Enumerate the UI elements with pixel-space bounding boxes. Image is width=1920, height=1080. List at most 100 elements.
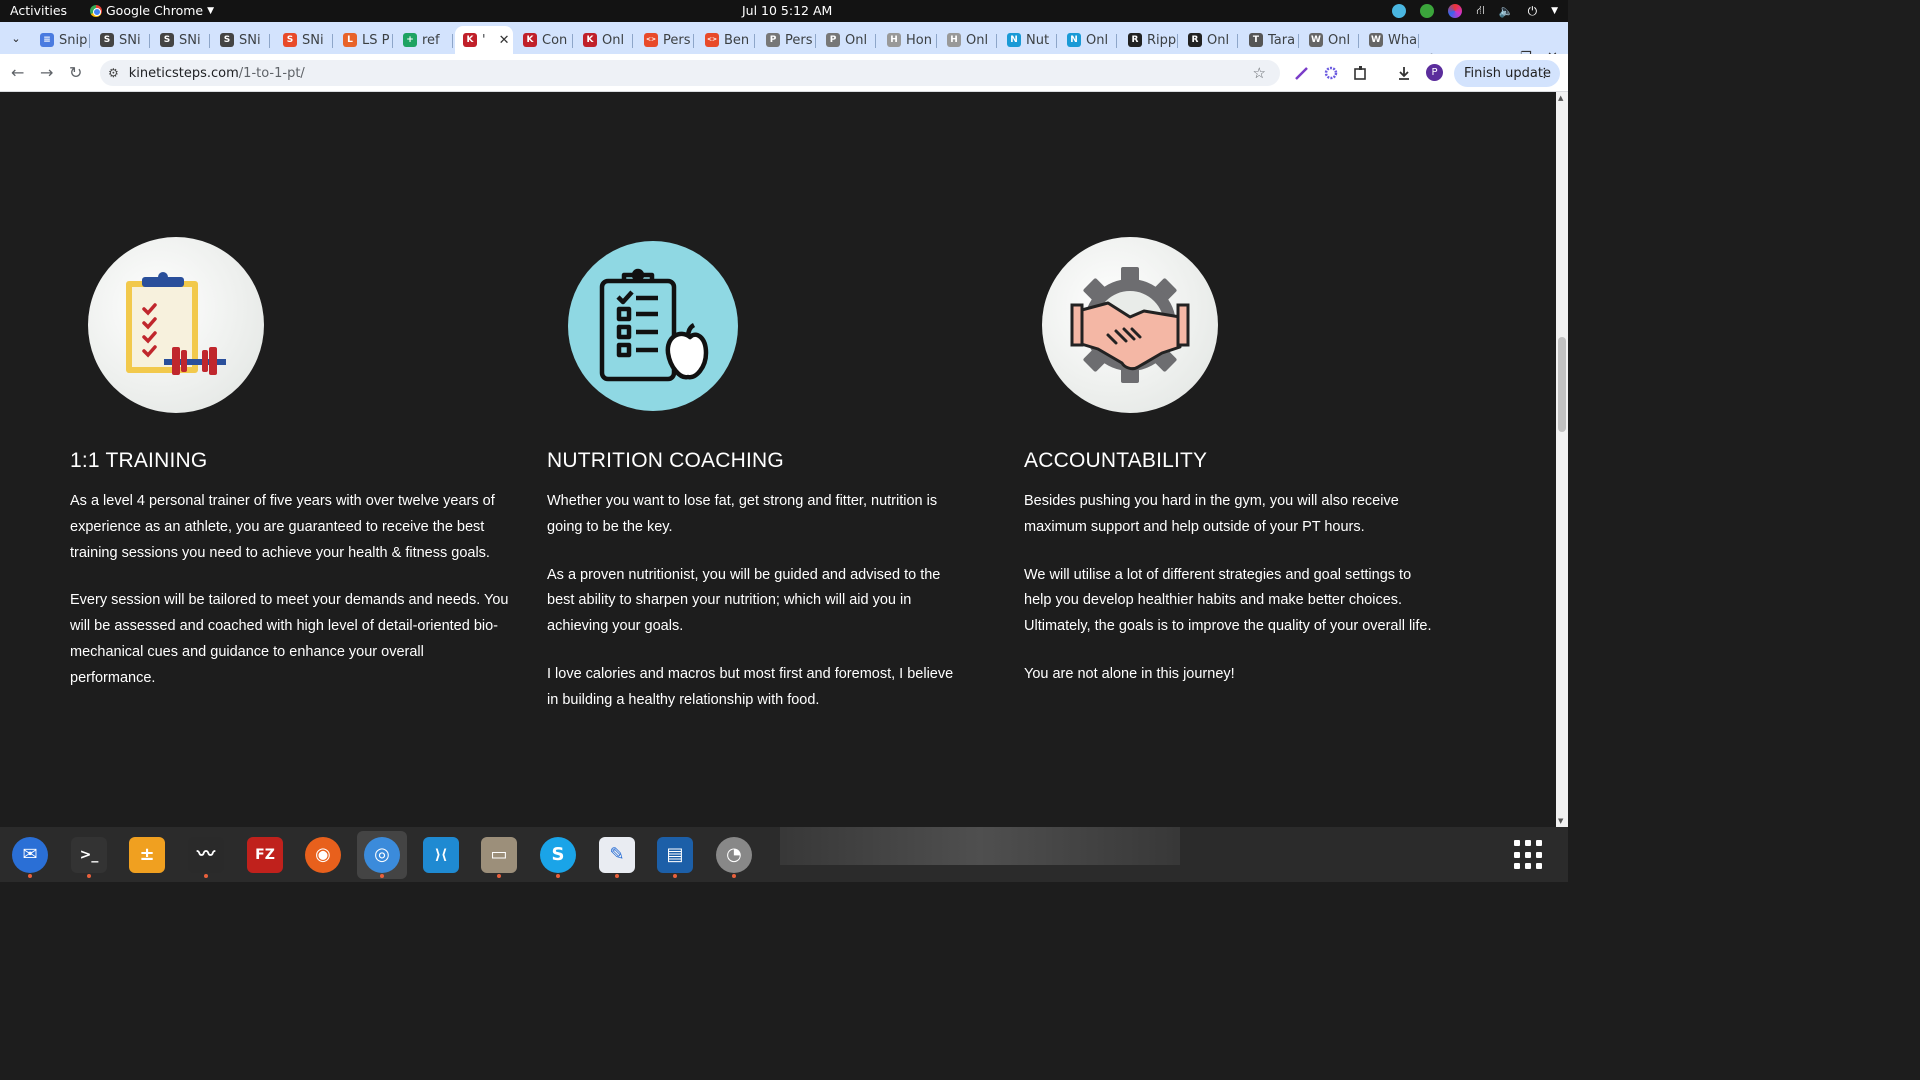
color-picker-icon[interactable] [1448,4,1463,18]
tab-close-icon[interactable]: ✕ [499,33,510,48]
network-icon[interactable]: ⛙ [1476,3,1484,19]
forward-button[interactable]: → [40,63,53,82]
running-indicator [497,874,501,878]
tab-label: Snip [59,32,88,48]
tab[interactable]: N Onl [1059,26,1117,54]
feature-paragraph: We will utilise a lot of different strat… [1024,566,1432,635]
feature-title: NUTRITION COACHING [547,449,784,472]
tab-separator [269,34,270,48]
power-icon[interactable]: ⏻ [1528,4,1538,19]
tab-favicon-icon: H [887,33,901,47]
scroll-down-arrow-icon[interactable]: ▼ [1558,817,1563,825]
tab[interactable]: L LS P [335,26,393,54]
tab-separator [392,34,393,48]
tab[interactable]: S SNi [275,26,333,54]
feature-title: 1:1 TRAINING [70,449,208,472]
thunderbird-icon: ✉ [12,837,48,873]
dock-calculator[interactable]: ± [122,831,172,879]
tab[interactable]: K Con [515,26,573,54]
handshake-gear-icon [1070,267,1190,383]
extensions-puzzle-icon[interactable] [1353,65,1369,81]
tab[interactable]: H Onl [939,26,997,54]
finish-update-button[interactable]: Finish update ⋮ [1454,60,1560,87]
profile-avatar[interactable]: P [1426,64,1443,81]
more-menu-icon[interactable]: ⋮ [1538,60,1551,87]
tab-favicon-icon: S [283,33,297,47]
feature-paragraph: As a level 4 personal trainer of five ye… [70,493,495,561]
grid-dot-icon [1536,851,1542,858]
tab[interactable]: K ' ✕ [455,26,513,54]
filezilla-icon: FZ [247,837,283,873]
tab-favicon-icon: <> [705,33,719,47]
dock-disk-utility[interactable]: ◔ [709,831,759,879]
tab[interactable]: W Wha [1361,26,1419,54]
tab[interactable]: N Nut [999,26,1057,54]
tab[interactable]: H Hon [879,26,937,54]
tab[interactable]: K Onl [575,26,633,54]
tab[interactable]: <> Pers [636,26,694,54]
tab-favicon-icon: R [1128,33,1142,47]
download-icon[interactable] [1396,65,1412,81]
tab-separator [754,34,755,48]
tab-label: Nut [1026,32,1050,48]
scrollbar-thumb[interactable] [1558,337,1566,432]
tab[interactable]: P Onl [818,26,876,54]
clock[interactable]: Jul 10 5:12 AM [742,3,832,18]
tab-label: Onl [1328,32,1351,48]
tab-favicon-icon: K [463,33,477,47]
tab[interactable]: <> Ben [697,26,755,54]
gear-extension-icon[interactable] [1323,65,1339,81]
terminal-icon: >_ [71,837,107,873]
show-apps-button[interactable] [1514,840,1544,870]
site-info-icon[interactable]: ⚙ [108,66,119,80]
sync-icon[interactable] [1392,4,1407,18]
tab[interactable]: T Tara [1241,26,1299,54]
tab[interactable]: ≡ Snip [32,26,90,54]
bookmark-star-icon[interactable]: ☆ [1253,64,1266,82]
update-icon[interactable] [1420,4,1435,18]
tab[interactable]: P Pers [758,26,816,54]
tab[interactable]: R Ripp [1120,26,1178,54]
tab-favicon-icon: K [583,33,597,47]
reload-button[interactable]: ↻ [69,63,82,82]
tray-menu-caret-icon[interactable]: ▼ [1551,6,1558,16]
dock-text-editor[interactable]: ✎ [592,831,642,879]
feature-paragraph: As a proven nutritionist, you will be gu… [547,566,941,635]
tab-label: Onl [1086,32,1109,48]
app-menu[interactable]: Google Chrome ▼ [90,3,214,18]
dock-chrome[interactable]: ◎ [357,831,407,879]
grid-dot-icon [1525,840,1531,846]
dock-system-monitor[interactable]: 〰 [181,831,231,879]
tab[interactable]: R Onl [1180,26,1238,54]
system-tray[interactable]: ⛙ 🔈 ⏻ ▼ [1392,3,1558,19]
address-bar[interactable]: ⚙ kineticsteps.com/1-to-1-pt/ ☆ [100,60,1280,86]
tab-label: Pers [663,32,691,48]
dock-files[interactable]: ▭ [474,831,524,879]
activities-button[interactable]: Activities [10,3,67,18]
feature-image-nutrition [568,241,738,411]
tab-label: Con [542,32,568,48]
back-button[interactable]: ← [11,63,24,82]
dock-thunderbird[interactable]: ✉ [5,831,55,879]
dock-terminal[interactable]: >_ [64,831,114,879]
tab[interactable]: S SNi [92,26,150,54]
tab[interactable]: W Onl [1301,26,1359,54]
dock-firefox[interactable]: ◉ [298,831,348,879]
pen-extension-icon[interactable] [1294,65,1310,81]
tab-favicon-icon: <> [644,33,658,47]
scroll-up-arrow-icon[interactable]: ▲ [1558,94,1563,102]
calculator-icon: ± [129,837,165,873]
tab-separator [996,34,997,48]
tab-search-button[interactable]: ⌄ [6,29,26,49]
tab[interactable]: S SNi [212,26,270,54]
volume-icon[interactable]: 🔈 [1499,4,1514,18]
tab[interactable]: S SNi [152,26,210,54]
dock-filezilla[interactable]: FZ [240,831,290,879]
tab-favicon-icon: K [523,33,537,47]
dock-skype[interactable]: S [533,831,583,879]
dock-vscode[interactable]: ⟩⟨ [416,831,466,879]
dock-writer[interactable]: ▤ [650,831,700,879]
tab-label: SNi [239,32,261,48]
page-scrollbar[interactable]: ▲ ▼ [1556,92,1568,827]
tab[interactable]: + ref [395,26,453,54]
